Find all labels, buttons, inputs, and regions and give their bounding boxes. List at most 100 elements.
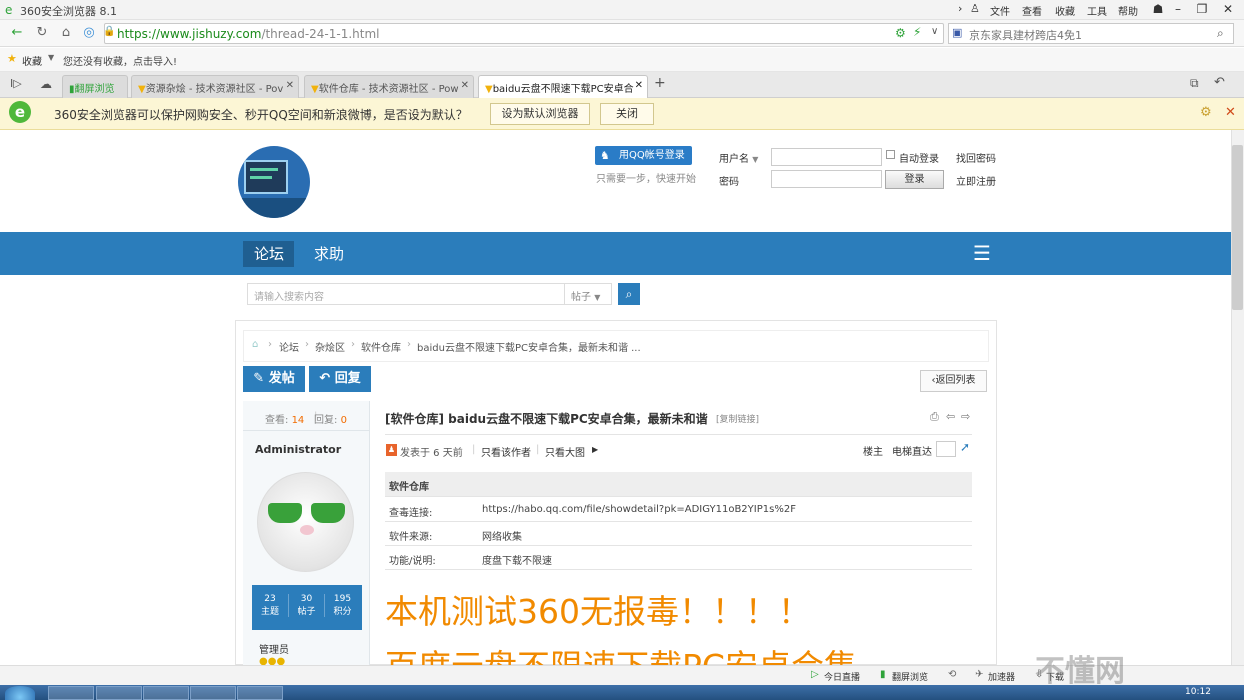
counter-points[interactable]: 195 积分 bbox=[324, 594, 360, 617]
taskbar-word-icon[interactable] bbox=[237, 686, 283, 700]
breadcrumb-forum[interactable]: 论坛 bbox=[279, 339, 299, 354]
status-accelerator[interactable]: 加速器 bbox=[988, 670, 1015, 683]
site-logo[interactable] bbox=[238, 146, 310, 218]
menu-favorites[interactable]: 收藏 bbox=[1055, 3, 1075, 18]
set-default-button[interactable]: 设为默认浏览器 bbox=[490, 103, 590, 125]
chevron-down-icon[interactable]: ∨ bbox=[931, 26, 938, 37]
menu-help[interactable]: 帮助 bbox=[1118, 3, 1138, 18]
next-thread-icon[interactable]: ⇨ bbox=[961, 410, 970, 423]
counter-topics[interactable]: 23 主题 bbox=[252, 594, 288, 617]
meta-separator: | bbox=[472, 444, 476, 455]
info-value[interactable]: https://habo.qq.com/file/showdetail?pk=A… bbox=[482, 504, 796, 515]
url-bar[interactable]: 🔒 https://www.jishuzy.com/thread-24-1-1.… bbox=[103, 23, 944, 44]
window-title: 360安全浏览器 8.1 bbox=[20, 5, 117, 18]
tab-resources[interactable]: ▼资源杂烩 - 技术资源社区 - Pov ✕ bbox=[131, 75, 299, 98]
status-live[interactable]: 今日直播 bbox=[824, 670, 860, 683]
tab-software[interactable]: ▼软件仓库 - 技术资源社区 - Pow ✕ bbox=[304, 75, 474, 98]
security-icon[interactable]: ◎ bbox=[80, 24, 98, 42]
find-password-link[interactable]: 找回密码 bbox=[956, 150, 996, 165]
site-watermark: 不懂网 bbox=[1035, 654, 1125, 689]
copy-link[interactable]: [复制链接] bbox=[716, 412, 759, 425]
author-name[interactable]: Administrator bbox=[255, 443, 341, 456]
prev-thread-icon[interactable]: ⇦ bbox=[946, 410, 955, 423]
history-icon[interactable]: ⟲ bbox=[948, 669, 956, 680]
back-icon[interactable]: ← bbox=[8, 24, 26, 42]
qq-icon: ♞ bbox=[600, 149, 610, 162]
breadcrumb-misc[interactable]: 杂烩区 bbox=[315, 339, 345, 354]
tab-current-thread[interactable]: ▼baidu云盘不限速下载PC安卓合 ✕ bbox=[478, 75, 648, 98]
taskbar-browser-icon[interactable] bbox=[96, 686, 142, 700]
register-link[interactable]: 立即注册 bbox=[956, 173, 996, 188]
taskbar-app-icon[interactable] bbox=[190, 686, 236, 700]
counter-posts[interactable]: 30 帖子 bbox=[288, 594, 324, 617]
menu-file[interactable]: 文件 bbox=[990, 3, 1010, 18]
notice-close-button[interactable]: 关闭 bbox=[600, 103, 654, 125]
avatar-nose bbox=[300, 525, 314, 535]
sidebar-toggle-icon[interactable]: I▷ bbox=[10, 77, 22, 90]
qq-login-button[interactable]: ♞ 用QQ帐号登录 bbox=[595, 146, 692, 165]
tab-flip-browse[interactable]: ▮翻屏浏览 bbox=[62, 75, 128, 98]
lock-icon: 🔒 bbox=[103, 26, 116, 37]
taskbar-ie-icon[interactable] bbox=[48, 686, 94, 700]
menu-view[interactable]: 查看 bbox=[1022, 3, 1042, 18]
back-to-list-button[interactable]: ‹返回列表 bbox=[920, 370, 987, 392]
breadcrumb-software[interactable]: 软件仓库 bbox=[361, 339, 401, 354]
favorites-button[interactable]: 收藏 bbox=[22, 53, 42, 68]
tab-list-icon[interactable]: ⧉ bbox=[1190, 76, 1199, 91]
search-type-select[interactable]: 帖子 ▼ bbox=[565, 283, 612, 305]
maximize-button[interactable]: ❐ bbox=[1190, 0, 1214, 19]
tab-close-icon[interactable]: ✕ bbox=[286, 80, 294, 91]
auto-login-checkbox[interactable] bbox=[886, 150, 895, 159]
nav-help[interactable]: 求助 bbox=[314, 243, 344, 264]
close-icon[interactable]: ✕ bbox=[1225, 105, 1236, 120]
nav-forum[interactable]: 论坛 bbox=[254, 243, 284, 264]
status-flip[interactable]: 翻屏浏览 bbox=[892, 670, 928, 683]
reply-button[interactable]: ↶ 回复 bbox=[309, 366, 371, 392]
password-field[interactable] bbox=[771, 170, 882, 188]
search-engine-bar[interactable]: ▣ 京东家具建材跨店4免1 ⌕ bbox=[948, 23, 1234, 44]
breadcrumb-thread[interactable]: baidu云盘不限速下载PC安卓合集，最新未和谐 ... bbox=[417, 339, 641, 354]
hamburger-menu-icon[interactable]: ☰ bbox=[973, 241, 991, 265]
settings-icon[interactable]: ⚙ bbox=[1200, 105, 1212, 120]
tab-close-icon[interactable]: ✕ bbox=[635, 80, 643, 91]
print-icon[interactable]: ⎙ bbox=[930, 410, 939, 424]
settings-icon[interactable]: ⚙ bbox=[895, 26, 906, 40]
scrollbar-thumb[interactable] bbox=[1232, 145, 1243, 310]
chevron-right-icon[interactable]: › bbox=[958, 2, 962, 15]
login-button[interactable]: 登录 bbox=[885, 170, 944, 189]
elevator-input[interactable] bbox=[936, 441, 956, 457]
minimize-button[interactable]: – bbox=[1166, 0, 1190, 19]
search-icon[interactable]: ⌕ bbox=[1217, 26, 1224, 41]
menu-tools[interactable]: 工具 bbox=[1087, 3, 1107, 18]
jump-icon[interactable]: ➚ bbox=[960, 440, 970, 454]
floor-label: 楼主 bbox=[863, 447, 883, 458]
new-tab-button[interactable]: + bbox=[654, 75, 666, 91]
user-icon[interactable]: ♙ bbox=[970, 2, 980, 15]
forum-search-input[interactable]: 请输入搜索内容 bbox=[247, 283, 565, 305]
only-author-link[interactable]: 只看该作者 bbox=[481, 444, 531, 459]
browser-logo-icon: e bbox=[9, 101, 31, 123]
search-icon[interactable]: ⌕ bbox=[618, 283, 640, 305]
username-label[interactable]: 用户名 ▼ bbox=[719, 150, 758, 165]
new-post-button[interactable]: ✎ 发帖 bbox=[243, 366, 305, 392]
refresh-icon[interactable]: ↻ bbox=[33, 24, 51, 42]
home-icon[interactable]: ⌂ bbox=[252, 339, 258, 350]
play-icon: ▷ bbox=[811, 669, 819, 680]
home-icon[interactable]: ⌂ bbox=[57, 24, 75, 42]
lightning-icon[interactable]: ⚡ bbox=[913, 25, 921, 39]
username-field[interactable] bbox=[771, 148, 882, 166]
avatar-eye bbox=[311, 503, 345, 523]
tab-close-icon[interactable]: ✕ bbox=[461, 80, 469, 91]
undo-close-icon[interactable]: ↶ bbox=[1214, 75, 1225, 90]
only-image-link[interactable]: 只看大图 bbox=[545, 444, 585, 459]
avatar[interactable] bbox=[257, 472, 354, 572]
tab-favicon-icon: ▼ bbox=[138, 84, 146, 95]
info-value: 度盘下载不限速 bbox=[482, 556, 552, 567]
cloud-icon[interactable]: ☁ bbox=[40, 77, 52, 91]
taskbar-folder-icon[interactable] bbox=[143, 686, 189, 700]
caret-down-icon[interactable]: ▼ bbox=[48, 53, 54, 62]
counter-label: 积分 bbox=[333, 607, 352, 617]
close-window-button[interactable]: ✕ bbox=[1216, 0, 1240, 19]
start-button[interactable] bbox=[5, 686, 35, 700]
favorites-import-hint[interactable]: 您还没有收藏，点击导入! bbox=[63, 53, 177, 68]
